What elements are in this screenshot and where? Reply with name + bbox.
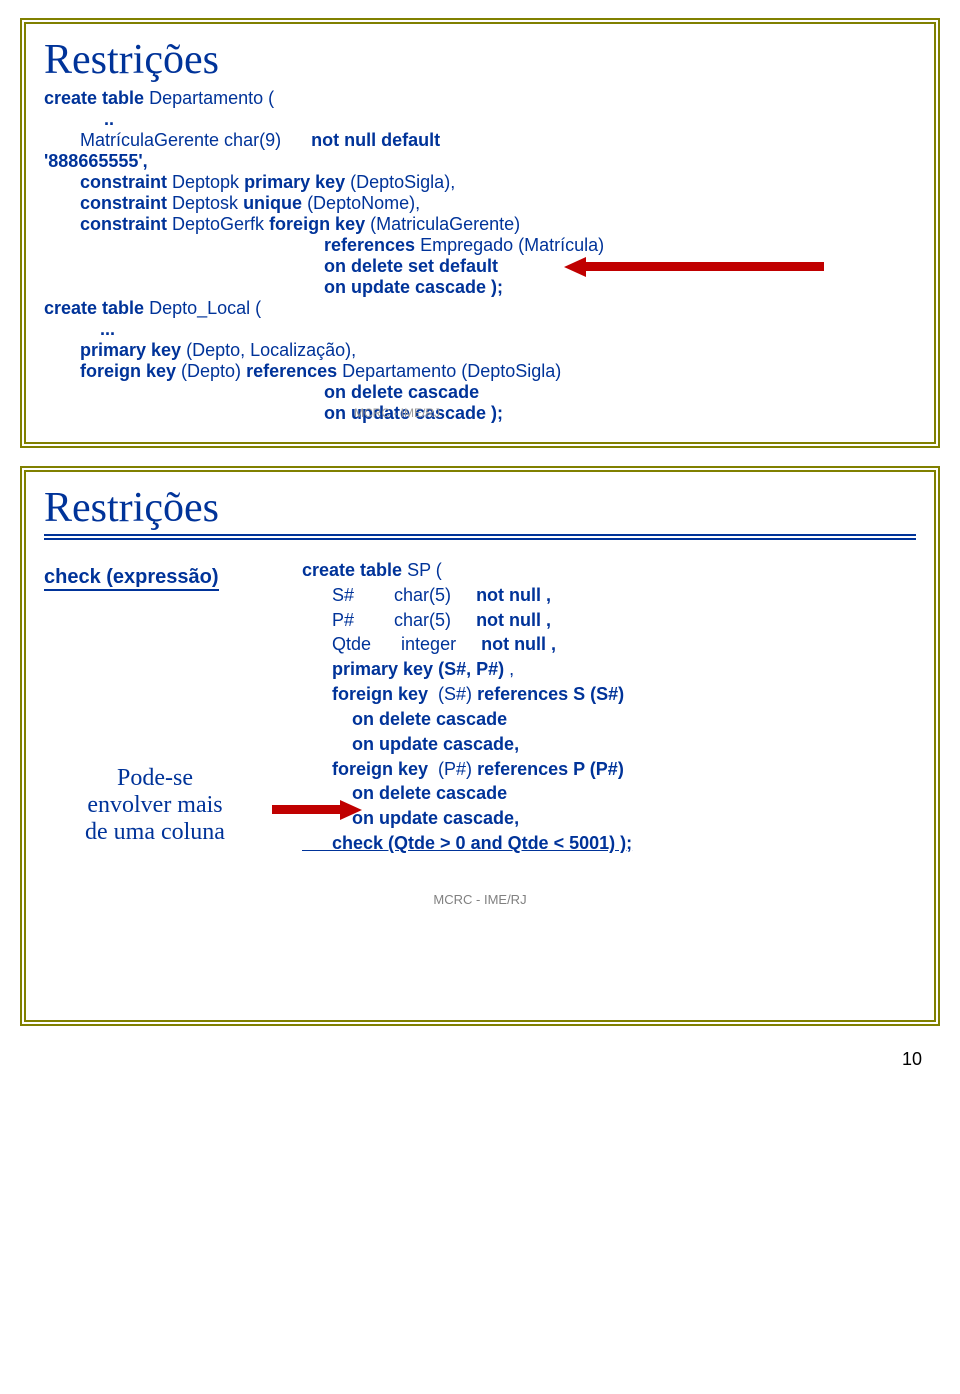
code-line: create table Depto_Local (: [44, 298, 916, 319]
code-line: MatrículaGerente char(9) not null defaul…: [80, 130, 916, 151]
text: Departamento (: [144, 88, 274, 108]
kw: constraint: [80, 172, 167, 192]
text: ,: [504, 659, 514, 679]
text: Qtde integer: [302, 634, 481, 654]
text: Deptopk: [167, 172, 244, 192]
left-column: check (expressão) Pode-se envolver mais …: [44, 558, 284, 856]
slide-footer: MCRC - IME/RJ: [44, 892, 916, 907]
text: (Depto): [176, 361, 246, 381]
check-constraint-line: check (Qtde > 0 and Qtde < 5001) );: [302, 831, 916, 856]
red-arrow-left-icon: [564, 258, 824, 276]
kw: foreign key: [80, 361, 176, 381]
code-line: '888665555',: [44, 151, 916, 172]
arrow-container: on delete set default: [44, 256, 916, 277]
kw: create table: [302, 560, 402, 580]
code-line: create table SP (: [302, 558, 916, 583]
text: P# char(5): [302, 610, 476, 630]
kw: not null ,: [476, 585, 551, 605]
code-line: constraint Deptosk unique (DeptoNome),: [80, 193, 916, 214]
right-column-code: create table SP ( S# char(5) not null , …: [302, 558, 916, 856]
text: SP (: [402, 560, 442, 580]
code-line: constraint Deptopk primary key (DeptoSig…: [80, 172, 916, 193]
title-divider: [44, 534, 916, 540]
columns: check (expressão) Pode-se envolver mais …: [44, 558, 916, 856]
kw: references: [246, 361, 337, 381]
kw: constraint: [80, 214, 167, 234]
callout-line: envolver mais: [30, 792, 280, 819]
footer-overlap: MCRC - IME/RJ: [354, 406, 440, 420]
kw: primary key: [80, 340, 181, 360]
kw: foreign key: [302, 759, 428, 779]
text: S# char(5): [302, 585, 476, 605]
code-line: on update cascade,: [302, 806, 916, 831]
code-line: on delete cascade: [302, 707, 916, 732]
text: (P#): [428, 759, 477, 779]
kw: not null default: [311, 130, 440, 150]
kw: references P (P#): [477, 759, 624, 779]
text: Empregado (Matrícula): [415, 235, 604, 255]
callout-line: Pode-se: [30, 765, 280, 792]
slide-title: Restrições: [44, 36, 916, 84]
text: (S#): [428, 684, 477, 704]
text: MatrículaGerente char(9): [80, 130, 281, 150]
kw: primary key: [244, 172, 345, 192]
callout-text: Pode-se envolver mais de uma coluna: [30, 765, 280, 846]
callout-line: de uma coluna: [30, 819, 280, 846]
code-line: S# char(5) not null ,: [302, 583, 916, 608]
text: Departamento (DeptoSigla): [337, 361, 561, 381]
text: (DeptoSigla),: [345, 172, 455, 192]
red-arrow-right-icon: [272, 800, 362, 818]
text: DeptoGerfk: [167, 214, 269, 234]
slide-1: Restrições create table Departamento ( .…: [20, 18, 940, 448]
kw: constraint: [80, 193, 167, 213]
kw: not null ,: [481, 634, 556, 654]
code-line-overlay: on update cascade ); MCRC - IME/RJ: [44, 403, 916, 424]
code-line: on update cascade,: [302, 732, 916, 757]
kw: create table: [44, 298, 144, 318]
code-line: on update cascade );: [324, 277, 916, 298]
ellipsis: ..: [104, 109, 916, 130]
kw-create-table: create table: [44, 88, 144, 108]
text: (MatriculaGerente): [365, 214, 520, 234]
ellipsis: ...: [100, 319, 916, 340]
page-number: 10: [902, 1049, 922, 1070]
kw: primary key (S#, P#): [302, 659, 504, 679]
kw: not null ,: [476, 610, 551, 630]
kw: references S (S#): [477, 684, 624, 704]
code-line: on delete cascade: [302, 781, 916, 806]
text: (Depto, Localização),: [181, 340, 356, 360]
text: (DeptoNome),: [302, 193, 420, 213]
code-line: foreign key (S#) references S (S#): [302, 682, 916, 707]
code-line: foreign key (Depto) references Departame…: [80, 361, 916, 382]
code-line: P# char(5) not null ,: [302, 608, 916, 633]
text: Depto_Local (: [144, 298, 261, 318]
code-line: constraint DeptoGerfk foreign key (Matri…: [80, 214, 916, 235]
text: Deptosk: [167, 193, 243, 213]
kw: references: [324, 235, 415, 255]
code-line: Qtde integer not null ,: [302, 632, 916, 657]
code-line: on delete cascade: [324, 382, 916, 403]
slide-title: Restrições: [44, 484, 916, 532]
check-label: check (expressão): [44, 566, 219, 591]
code-line: references Empregado (Matrícula): [324, 235, 916, 256]
slide-2: Restrições check (expressão) Pode-se env…: [20, 466, 940, 1026]
kw: unique: [243, 193, 302, 213]
code-line: primary key (Depto, Localização),: [80, 340, 916, 361]
kw: foreign key: [302, 684, 428, 704]
code-line: foreign key (P#) references P (P#): [302, 757, 916, 782]
code-line: primary key (S#, P#) ,: [302, 657, 916, 682]
code-line: create table Departamento (: [44, 88, 916, 109]
kw: foreign key: [269, 214, 365, 234]
